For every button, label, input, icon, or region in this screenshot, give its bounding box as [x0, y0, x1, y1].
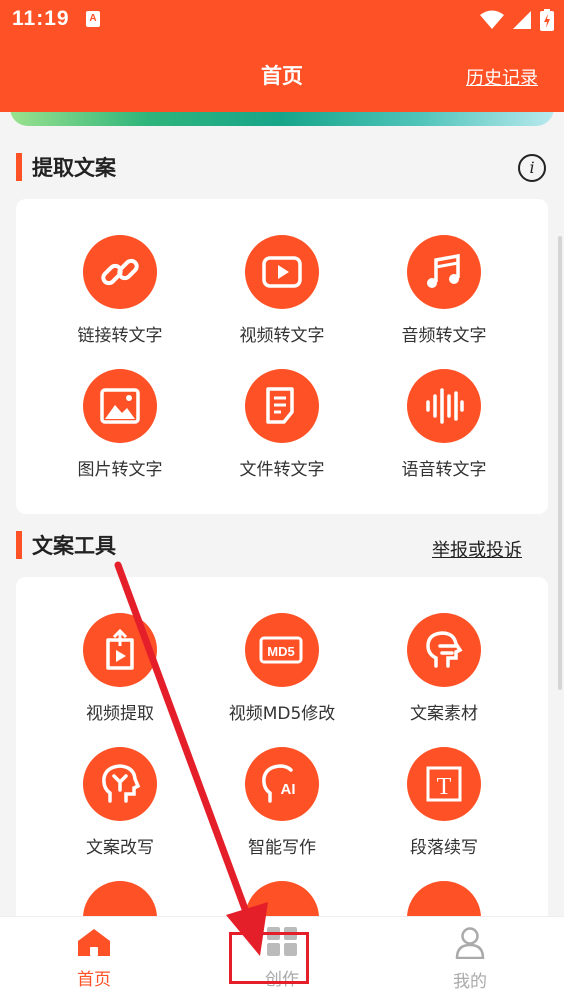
section-accent-bar	[16, 153, 22, 181]
image-icon	[83, 369, 157, 443]
report-link[interactable]: 举报或投诉	[432, 536, 522, 562]
copy-rewrite-item[interactable]: 文案改写	[45, 747, 195, 858]
head-sound-icon	[407, 613, 481, 687]
item-label: 智能写作	[248, 838, 316, 858]
md5-icon: MD5	[245, 613, 319, 687]
tools-section-title: 文案工具	[16, 530, 116, 560]
tab-label: 我的	[453, 972, 487, 992]
tab-label: 首页	[77, 970, 111, 990]
md5-badge-text: MD5	[267, 644, 294, 659]
status-icons	[480, 8, 554, 32]
info-icon[interactable]: i	[518, 154, 546, 182]
annotation-highlight-box	[229, 932, 309, 984]
text-t-icon: T	[407, 747, 481, 821]
sound-wave-icon	[407, 369, 481, 443]
home-icon	[78, 929, 110, 956]
document-icon	[245, 369, 319, 443]
wifi-icon	[480, 10, 504, 29]
section-accent-bar	[16, 531, 22, 559]
extract-card: 链接转文字 视频转文字 音频转文字 图片转文字 文件转文字 语音转文字	[16, 199, 548, 514]
copy-material-item[interactable]: 文案素材	[369, 613, 519, 724]
item-label: 语音转文字	[401, 460, 487, 480]
smart-writing-item[interactable]: AI 智能写作	[207, 747, 357, 858]
video-export-icon	[83, 613, 157, 687]
notification-icon: A	[86, 11, 100, 27]
music-note-icon	[407, 235, 481, 309]
tab-mine[interactable]: 我的	[410, 927, 530, 992]
item-label: 音频转文字	[401, 326, 487, 346]
extract-section-title: 提取文案	[16, 152, 116, 182]
head-ai-icon: AI	[245, 747, 319, 821]
video-md5-item[interactable]: MD5 视频MD5修改	[207, 613, 357, 724]
file-to-text-item[interactable]: 文件转文字	[207, 369, 357, 480]
link-to-text-item[interactable]: 链接转文字	[45, 235, 195, 346]
voice-to-text-item[interactable]: 语音转文字	[369, 369, 519, 480]
ai-badge-text: AI	[281, 781, 296, 798]
item-label: 图片转文字	[77, 460, 163, 480]
item-label: 视频提取	[86, 704, 154, 724]
tools-section-label: 文案工具	[32, 534, 116, 558]
extract-section-label: 提取文案	[32, 156, 116, 180]
tab-home[interactable]: 首页	[34, 927, 154, 990]
status-bar: 11:19 A	[0, 0, 564, 40]
video-extract-item[interactable]: 视频提取	[45, 613, 195, 724]
tools-card: 视频提取 MD5 视频MD5修改 文案素材 文案改写 AI 智能写作 T 段落续…	[16, 577, 548, 955]
item-label: 文案素材	[410, 704, 478, 724]
t-badge-text: T	[437, 774, 452, 800]
history-link[interactable]: 历史记录	[466, 64, 538, 90]
audio-to-text-item[interactable]: 音频转文字	[369, 235, 519, 346]
head-y-icon	[83, 747, 157, 821]
item-label: 段落续写	[410, 838, 478, 858]
user-icon	[455, 927, 485, 960]
app-header: 首页 历史记录	[0, 40, 564, 112]
item-label: 链接转文字	[77, 326, 163, 346]
paragraph-continue-item[interactable]: T 段落续写	[369, 747, 519, 858]
item-label: 视频MD5修改	[228, 704, 336, 724]
scrollbar[interactable]	[558, 236, 562, 690]
battery-icon	[540, 9, 554, 31]
video-play-icon	[245, 235, 319, 309]
video-to-text-item[interactable]: 视频转文字	[207, 235, 357, 346]
image-to-text-item[interactable]: 图片转文字	[45, 369, 195, 480]
item-label: 文件转文字	[239, 460, 325, 480]
status-time: 11:19	[12, 7, 70, 30]
signal-icon	[513, 11, 531, 29]
link-icon	[83, 235, 157, 309]
item-label: 文案改写	[86, 838, 154, 858]
item-label: 视频转文字	[239, 326, 325, 346]
